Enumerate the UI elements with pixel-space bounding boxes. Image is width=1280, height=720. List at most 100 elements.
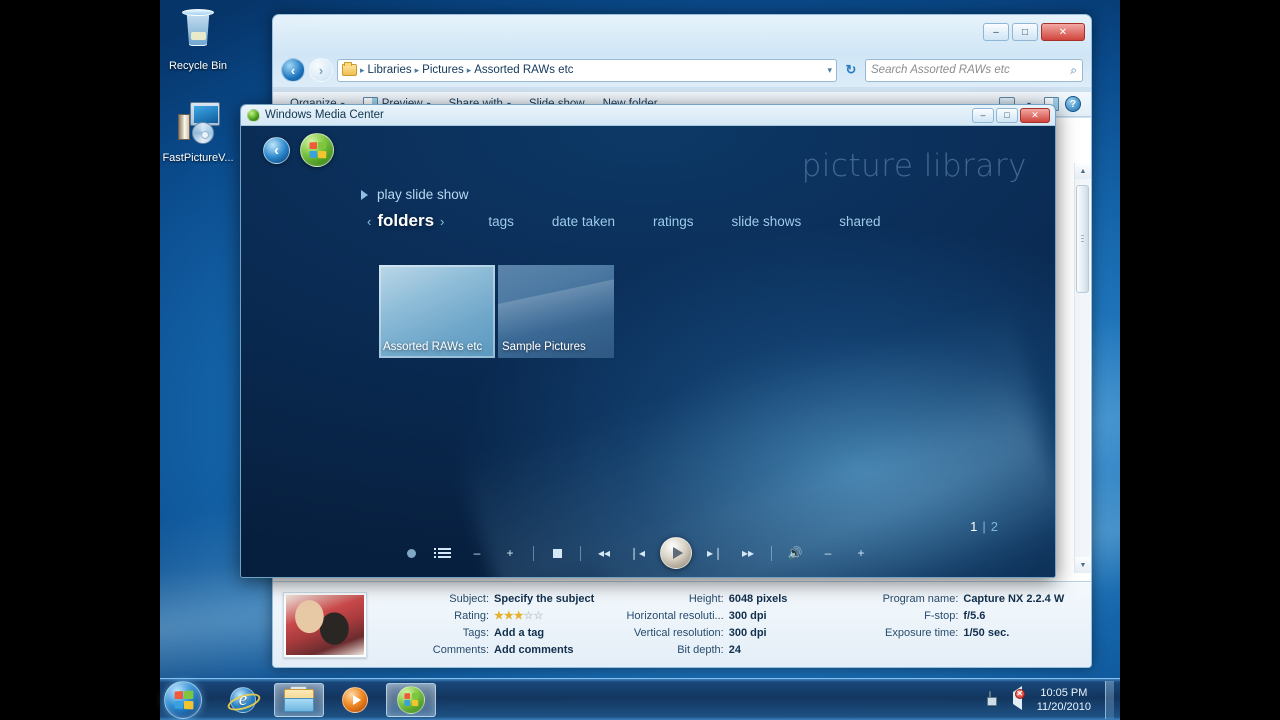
windows-explorer-icon: [284, 685, 314, 712]
mute-button[interactable]: 🔊: [785, 543, 805, 563]
detail-value[interactable]: Specify the subject: [494, 591, 612, 607]
list-button[interactable]: [433, 543, 454, 563]
tab-tags[interactable]: tags: [488, 214, 514, 229]
channel-up-button[interactable]: +: [500, 543, 520, 563]
scroll-down-icon[interactable]: ▼: [1075, 557, 1091, 573]
desktop-icon-recycle-bin[interactable]: Recycle Bin: [160, 8, 236, 73]
detail-row: Bit depth: 24: [612, 642, 847, 658]
breadcrumb-current-folder[interactable]: Assorted RAWs etc: [474, 64, 573, 76]
detail-value: 24: [728, 644, 741, 656]
thumbnail-image: [286, 594, 364, 655]
rewind-button[interactable]: ◂◂: [594, 543, 614, 563]
help-icon: ?: [1065, 96, 1081, 112]
breadcrumb-libraries[interactable]: Libraries: [368, 64, 412, 76]
details-columns: Subject: Specify the subject Rating: ★★★…: [377, 591, 1081, 658]
taskbar-windows-explorer[interactable]: [274, 682, 324, 717]
chevron-down-icon[interactable]: ▾: [821, 65, 832, 76]
scrollbar-thumb[interactable]: [1076, 185, 1089, 293]
wmc-transport-controls[interactable]: – + ◂◂ ❘◂ ▸❘ ▸▸ 🔊 – +: [241, 537, 1055, 569]
mute-badge: ✕: [1014, 688, 1025, 699]
folder-tile-label: Assorted RAWs etc: [383, 341, 483, 353]
play-slide-show-label: play slide show: [377, 187, 469, 202]
network-icon[interactable]: [988, 690, 1005, 708]
folder-icon: [342, 62, 357, 76]
details-column-3: Program name: Capture NX 2.2.4 W F-stop:…: [846, 591, 1081, 658]
folder-tile-sample-pictures[interactable]: Sample Pictures: [498, 265, 614, 358]
detail-value[interactable]: Add a tag: [494, 625, 612, 641]
wmc-close-button[interactable]: ✕: [1020, 107, 1050, 123]
stop-icon: [552, 548, 562, 558]
wmc-back-button[interactable]: ‹: [263, 137, 290, 164]
recycle-bin-icon: [174, 8, 222, 56]
search-input[interactable]: Search Assorted RAWs etc ⌕: [865, 58, 1083, 82]
wmc-window-controls[interactable]: – □ ✕: [972, 107, 1052, 123]
taskbar-internet-explorer[interactable]: [218, 683, 268, 717]
previous-button[interactable]: ❘◂: [627, 543, 647, 563]
taskbar-windows-media-center[interactable]: [386, 682, 436, 717]
taskbar-windows-media-player[interactable]: [330, 683, 380, 717]
chevron-left-icon[interactable]: ‹: [361, 214, 377, 229]
detail-row: Exposure time: 1/50 sec.: [846, 625, 1081, 641]
detail-key: Vertical resolution:: [633, 627, 724, 639]
tab-ratings[interactable]: ratings: [653, 214, 694, 229]
detail-key: Tags:: [462, 627, 490, 639]
channel-down-button[interactable]: –: [467, 543, 487, 563]
rating-stars[interactable]: ★★★☆☆: [494, 608, 612, 624]
chevron-right-icon[interactable]: ›: [434, 214, 450, 229]
folder-tile-assorted-raws[interactable]: Assorted RAWs etc: [379, 265, 495, 358]
detail-value[interactable]: Add comments: [494, 642, 612, 658]
next-button[interactable]: ▸❘: [705, 543, 725, 563]
play-button[interactable]: [660, 537, 692, 569]
detail-key: F-stop:: [924, 610, 959, 622]
forward-button[interactable]: ›: [309, 58, 333, 82]
wmc-logo-icon: [247, 108, 260, 122]
start-button[interactable]: [164, 680, 202, 719]
detail-row: Tags: Add a tag: [377, 625, 612, 641]
explorer-navigation-row[interactable]: ‹ › ▸ Libraries ▸ Pictures ▸ Assorted RA…: [281, 57, 1083, 83]
page-total: 2: [990, 519, 998, 534]
wmc-folder-grid[interactable]: Assorted RAWs etc Sample Pictures: [379, 265, 614, 358]
taskbar-apps[interactable]: [218, 682, 436, 717]
tab-folders[interactable]: folders: [377, 211, 434, 231]
stop-button[interactable]: [547, 543, 567, 563]
detail-row: Comments: Add comments: [377, 642, 612, 658]
tab-date-taken[interactable]: date taken: [552, 214, 615, 229]
help-button[interactable]: ?: [1063, 95, 1083, 113]
details-thumbnail[interactable]: [283, 591, 367, 658]
tab-shared[interactable]: shared: [839, 214, 880, 229]
wmc-titlebar[interactable]: Windows Media Center – □ ✕: [241, 105, 1055, 126]
system-tray[interactable]: ✕ 10:05 PM 11/20/2010: [988, 680, 1120, 719]
back-button[interactable]: ‹: [281, 58, 305, 82]
play-slide-show-button[interactable]: play slide show: [361, 187, 469, 202]
folder-tile-label: Sample Pictures: [502, 341, 586, 353]
explorer-close-button[interactable]: ✕: [1041, 23, 1085, 41]
detail-key: Height:: [688, 593, 724, 605]
wmc-maximize-button[interactable]: □: [996, 107, 1018, 123]
breadcrumb-pictures[interactable]: Pictures: [422, 64, 464, 76]
search-placeholder: Search Assorted RAWs etc: [871, 64, 1010, 76]
refresh-icon[interactable]: ↻: [841, 59, 861, 81]
volume-muted-icon[interactable]: ✕: [1012, 685, 1029, 710]
explorer-maximize-button[interactable]: □: [1012, 23, 1038, 41]
scroll-up-icon[interactable]: ▲: [1075, 163, 1091, 179]
transport-divider: [580, 545, 581, 561]
record-button[interactable]: [401, 543, 421, 563]
wmc-minimize-button[interactable]: –: [972, 107, 994, 123]
windows-media-center-window[interactable]: Windows Media Center – □ ✕ ‹ picture lib…: [240, 104, 1056, 578]
clock[interactable]: 10:05 PM 11/20/2010: [1037, 686, 1091, 714]
explorer-scrollbar[interactable]: ▲ ▼: [1074, 163, 1091, 573]
fast-forward-button[interactable]: ▸▸: [738, 543, 758, 563]
wmc-content: ‹ picture library play slide show ‹ fold…: [241, 126, 1055, 577]
detail-key: Exposure time:: [885, 627, 959, 639]
tab-slide-shows[interactable]: slide shows: [732, 214, 802, 229]
address-bar[interactable]: ▸ Libraries ▸ Pictures ▸ Assorted RAWs e…: [337, 58, 837, 82]
volume-down-button[interactable]: –: [818, 543, 838, 563]
explorer-minimize-button[interactable]: –: [983, 23, 1009, 41]
wmc-start-button[interactable]: [300, 133, 334, 167]
show-desktop-button[interactable]: [1105, 680, 1114, 719]
taskbar[interactable]: ✕ 10:05 PM 11/20/2010: [160, 678, 1120, 720]
wmc-category-nav[interactable]: ‹ folders › tags date taken ratings slid…: [361, 211, 881, 231]
volume-up-button[interactable]: +: [851, 543, 871, 563]
explorer-window-controls[interactable]: – □ ✕: [983, 23, 1085, 41]
desktop-icon-fastpictureviewer[interactable]: FastPictureV...: [160, 100, 236, 165]
